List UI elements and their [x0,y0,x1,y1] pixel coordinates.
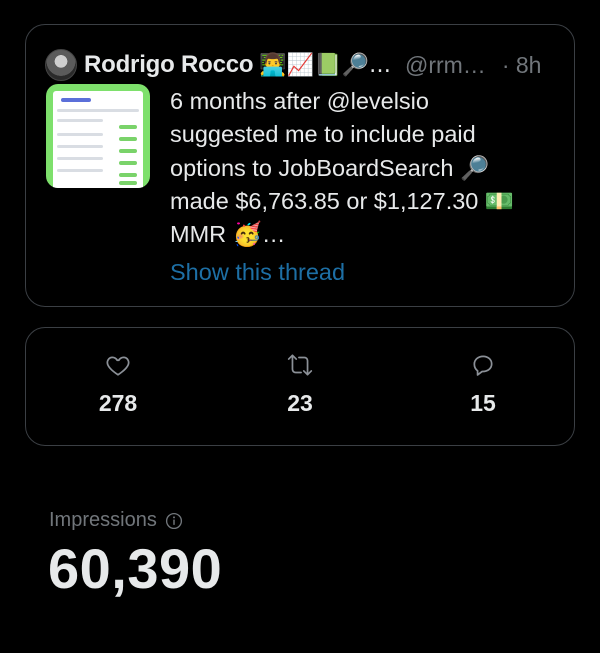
thumbnail-row [57,119,103,122]
tweet-time[interactable]: · 8h [502,52,542,79]
tweet-image-thumbnail[interactable] [46,84,150,188]
reply-stat[interactable]: 15 [423,352,543,417]
impressions-count: 60,390 [48,537,223,600]
heart-icon[interactable] [105,352,131,378]
reply-icon[interactable] [470,352,496,378]
retweet-count: 23 [287,390,313,416]
thumbnail-row [57,145,103,148]
author-handle[interactable]: @rrm… [405,52,486,79]
thumbnail-row [57,157,103,160]
thumbnail-row [57,169,103,172]
thumbnail-row [119,173,137,177]
thumbnail-row [119,181,137,185]
reply-count: 15 [470,390,496,416]
retweet-stat[interactable]: 23 [240,352,360,417]
thumbnail-row [57,109,139,112]
avatar[interactable] [45,49,77,81]
tweet-text: 6 months after @levelsio suggested me to… [170,88,515,248]
tweet-header: Rodrigo Rocco 👨‍💻📈📗🔎… @rrm… · 8h [45,45,558,85]
retweet-icon[interactable] [286,352,314,378]
like-stat[interactable]: 278 [58,352,178,417]
author-name[interactable]: Rodrigo Rocco [84,51,254,79]
thumbnail-row [119,125,137,129]
tweet-card[interactable]: Rodrigo Rocco 👨‍💻📈📗🔎… @rrm… · 8h 6 month… [25,24,575,307]
impressions-label-text: Impressions [49,509,157,531]
thumbnail-nav [61,98,91,102]
engagement-stats-card: 278 23 15 [25,327,575,446]
author-emojis: 👨‍💻📈📗🔎… [259,52,391,78]
info-icon[interactable] [165,512,183,530]
thumbnail-screenshot [53,91,143,188]
like-count: 278 [98,390,138,416]
thumbnail-row [119,149,137,153]
show-thread-link[interactable]: Show this thread [170,259,345,286]
thumbnail-row [119,137,137,141]
thumbnail-row [57,133,103,136]
thumbnail-row [119,161,137,165]
impressions-label: Impressions [49,509,183,532]
